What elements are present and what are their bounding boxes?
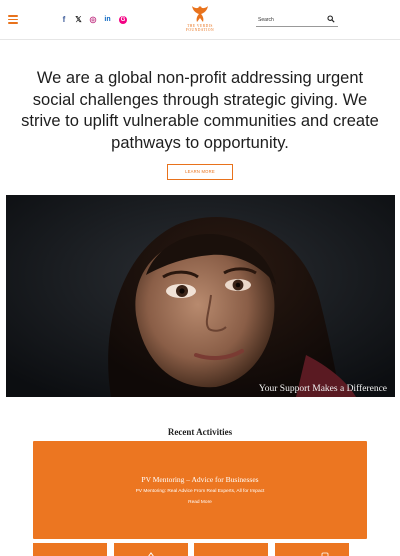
hero-statement: We are a global non-profit addressing ur… bbox=[21, 69, 379, 152]
x-icon[interactable]: 𝕏 bbox=[72, 14, 86, 26]
search-input[interactable] bbox=[258, 15, 324, 25]
linkedin-icon[interactable]: in bbox=[101, 14, 115, 26]
girl-portrait-image bbox=[6, 195, 395, 397]
logo-line-2: FOUNDATION bbox=[185, 28, 215, 33]
search-icon[interactable] bbox=[327, 15, 335, 23]
activity-tile[interactable] bbox=[114, 543, 188, 556]
tile-icon bbox=[148, 552, 154, 556]
phoenix-logo-icon bbox=[192, 6, 208, 22]
activity-tile[interactable] bbox=[33, 543, 107, 556]
activity-tile[interactable] bbox=[275, 543, 349, 556]
read-more-link[interactable]: Read More bbox=[33, 500, 367, 505]
tile-icon bbox=[321, 552, 329, 556]
activity-tile[interactable] bbox=[194, 543, 268, 556]
g-icon[interactable]: G bbox=[119, 16, 127, 24]
search-bar bbox=[256, 13, 338, 27]
hamburger-icon[interactable] bbox=[8, 15, 18, 24]
activity-card-title: PV Mentoring – Advice for Businesses bbox=[141, 475, 259, 484]
hero-photo: Your Support Makes a Difference bbox=[6, 195, 395, 397]
site-header: f 𝕏 ◎ in G THE VERDIS FOUNDATION bbox=[0, 0, 400, 40]
recent-activities-heading: Recent Activities bbox=[167, 427, 233, 437]
photo-caption: Your Support Makes a Difference bbox=[258, 384, 387, 394]
instagram-icon[interactable]: ◎ bbox=[86, 14, 100, 26]
activity-card-description: PV Mentoring: Real Advice From Real Expe… bbox=[135, 489, 265, 494]
learn-more-button[interactable]: LEARN MORE bbox=[167, 164, 233, 180]
facebook-icon[interactable]: f bbox=[57, 14, 71, 26]
social-links: f 𝕏 ◎ in G bbox=[57, 14, 128, 26]
activity-card[interactable]: PV Mentoring – Advice for Businesses PV … bbox=[33, 441, 367, 539]
logo[interactable]: THE VERDIS FOUNDATION bbox=[180, 4, 220, 36]
